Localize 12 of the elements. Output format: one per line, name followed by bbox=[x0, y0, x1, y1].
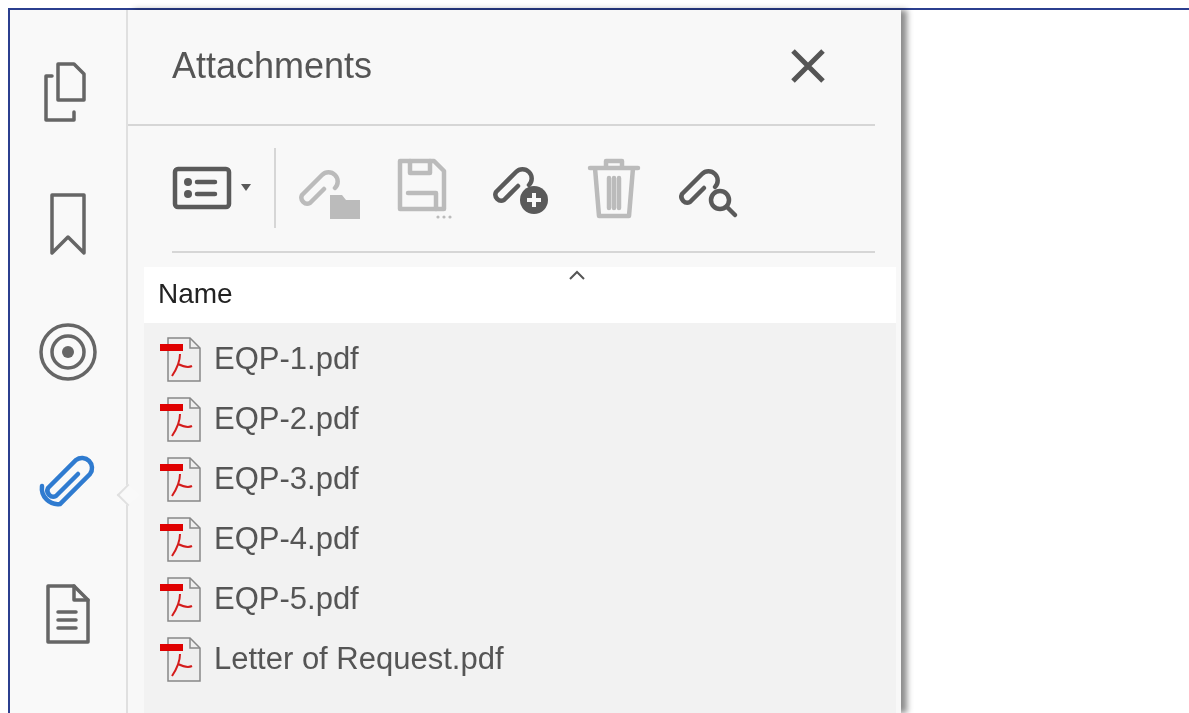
attachment-row[interactable]: Letter of Request.pdf bbox=[156, 629, 896, 689]
attachment-row[interactable]: EQP-3.pdf bbox=[156, 449, 896, 509]
close-button[interactable] bbox=[789, 47, 827, 85]
attachment-row[interactable]: EQP-2.pdf bbox=[156, 389, 896, 449]
sort-ascending-icon bbox=[568, 269, 586, 281]
target-icon bbox=[37, 321, 99, 384]
close-icon bbox=[789, 47, 827, 85]
panel-title: Attachments bbox=[172, 44, 373, 88]
column-header[interactable]: Name bbox=[144, 267, 896, 323]
attachment-row[interactable]: EQP-1.pdf bbox=[156, 329, 896, 389]
attachment-row[interactable]: EQP-4.pdf bbox=[156, 509, 896, 569]
attachment-row[interactable]: EQP-5.pdf bbox=[156, 569, 896, 629]
